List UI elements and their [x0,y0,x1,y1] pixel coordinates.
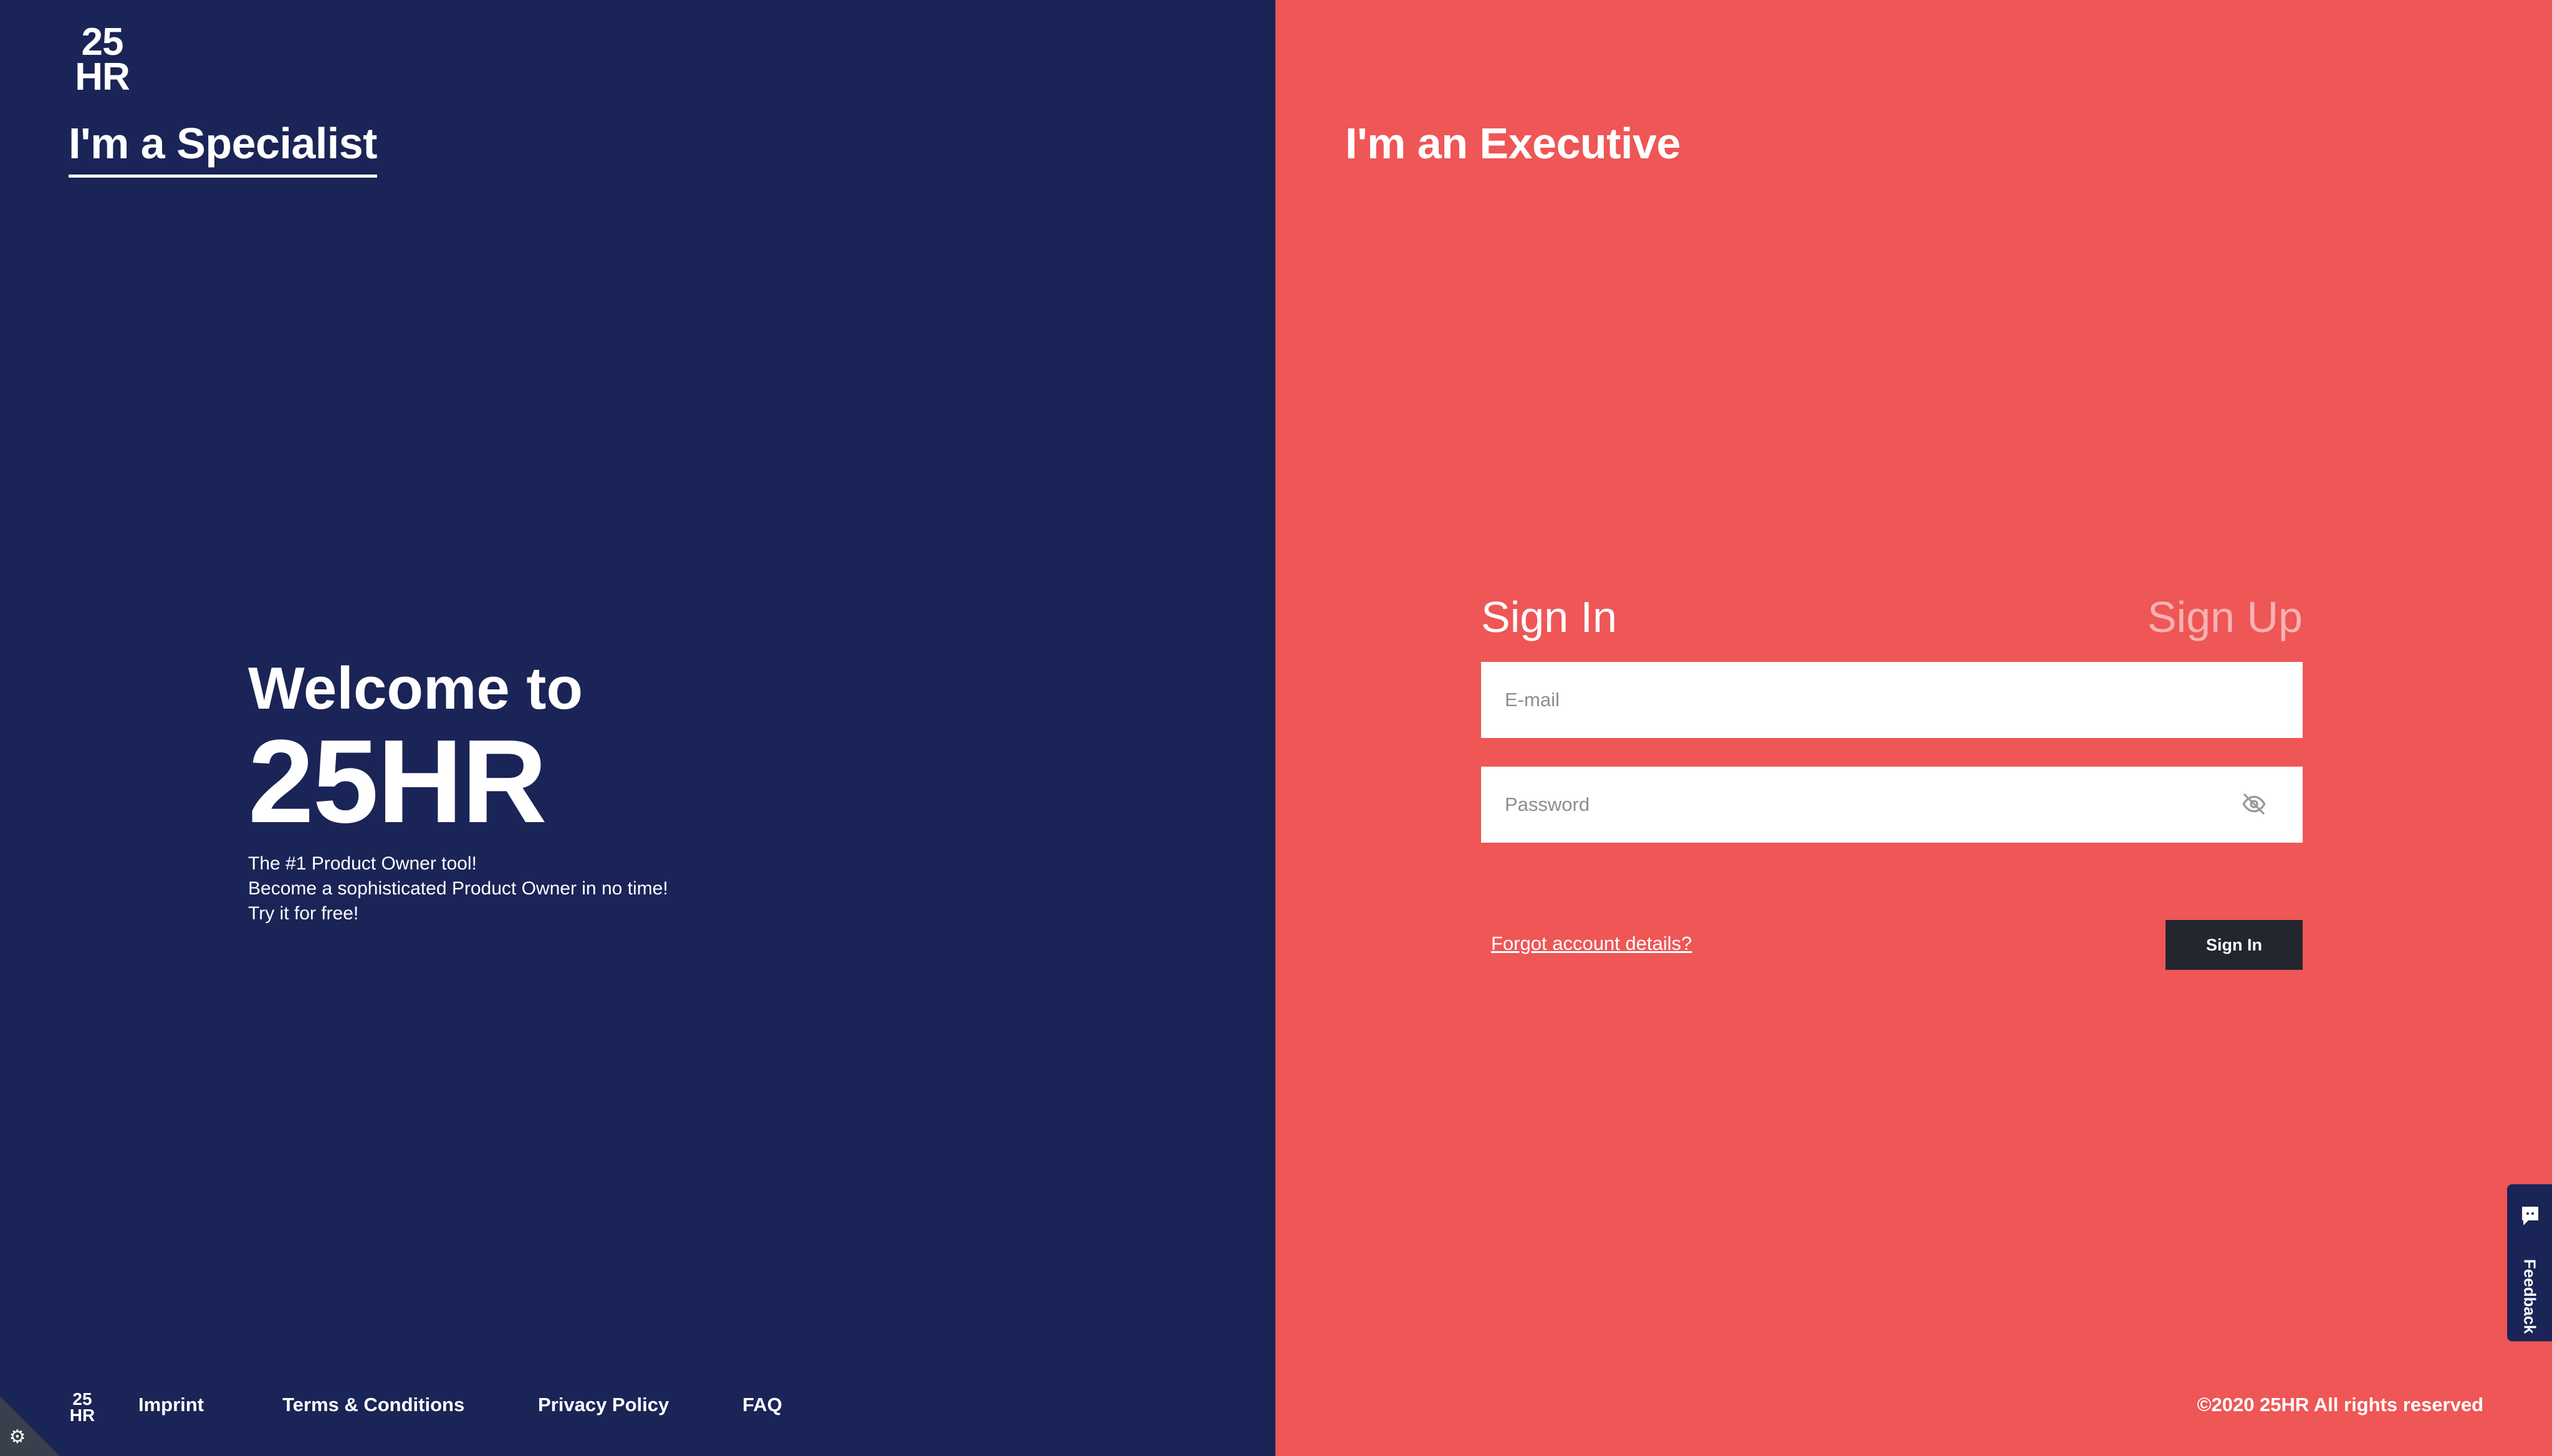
tab-specialist[interactable]: I'm a Specialist [69,118,378,178]
footer-logo-bottom: HR [69,1406,95,1425]
forgot-account-link[interactable]: Forgot account details? [1491,932,1692,955]
tagline-line: The #1 Product Owner tool! [248,853,477,874]
email-field-wrapper [1481,662,2303,738]
eye-slash-icon[interactable] [2240,792,2268,817]
tab-sign-up[interactable]: Sign Up [2147,592,2303,642]
footer-logo[interactable]: 25 HR [69,1391,96,1424]
password-input[interactable] [1481,767,2303,843]
form-tabs: Sign In Sign Up [1481,592,2303,654]
tab-executive[interactable]: I'm an Executive [1345,118,1681,168]
footer-link-faq[interactable]: FAQ [742,1394,782,1416]
feedback-label: Feedback [2520,1259,2540,1334]
hero-welcome: Welcome to [248,655,583,722]
executive-pane[interactable]: I'm an Executive Sign In Sign Up Forgot … [1275,0,2552,1456]
tagline-line: Become a sophisticated Product Owner in … [248,878,668,899]
tab-sign-in[interactable]: Sign In [1481,592,1617,642]
tagline-line: Try it for free! [248,903,359,924]
password-field-wrapper [1481,767,2303,843]
hero: Welcome to 25HR The #1 Product Owner too… [248,654,871,926]
sign-in-button[interactable]: Sign In [2166,920,2303,970]
page: 25 HR I'm a Specialist Welcome to 25HR T… [0,0,2552,1456]
specialist-pane[interactable]: 25 HR I'm a Specialist Welcome to 25HR T… [0,0,1275,1456]
hero-brand: 25HR [248,716,547,848]
feedback-tab[interactable]: Feedback [2507,1184,2552,1341]
form-actions: Forgot account details? Sign In [1481,920,2303,970]
gear-icon[interactable]: ⚙ [7,1427,27,1447]
email-input[interactable] [1481,662,2303,738]
hero-tagline: The #1 Product Owner tool! Become a soph… [248,851,871,926]
signin-form: Sign In Sign Up Forgot account details? … [1481,592,2303,970]
footer-link-terms[interactable]: Terms & Conditions [282,1394,464,1416]
copyright: ©2020 25HR All rights reserved [2197,1394,2483,1415]
logo[interactable]: 25 HR [71,21,133,98]
chat-icon [2522,1207,2538,1225]
logo-bottom: HR [75,55,130,98]
footer-link-privacy[interactable]: Privacy Policy [538,1394,669,1416]
logo-top: 25 [81,21,124,64]
footer-link-imprint[interactable]: Imprint [138,1394,204,1416]
